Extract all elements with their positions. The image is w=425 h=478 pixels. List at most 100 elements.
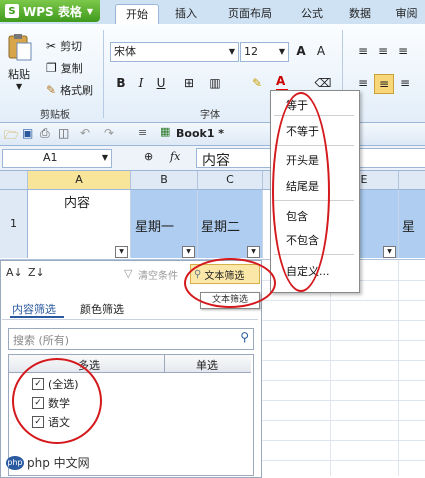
redo-icon[interactable]: ↷ <box>104 126 114 140</box>
filter-dropdown-icon[interactable]: ▼ <box>247 246 260 258</box>
open-folder-icon[interactable]: 🗁 <box>4 126 19 147</box>
font-size-select[interactable]: 12 ▼ <box>240 42 289 62</box>
bold-icon[interactable]: B <box>112 74 130 92</box>
grid-line <box>262 380 425 381</box>
grid-line <box>262 320 425 321</box>
chevron-down-icon: ▼ <box>101 153 108 162</box>
font-group-label: 字体 <box>200 110 220 121</box>
cell-b1[interactable]: 星期一 ▼ <box>131 190 198 258</box>
tab-insert[interactable]: 插入 <box>165 4 207 24</box>
clipboard-group-label: 剪贴板 <box>40 110 70 121</box>
chevron-down-icon[interactable]: ▼ <box>16 82 22 91</box>
save-icon[interactable]: ▣ <box>22 126 33 140</box>
column-header-a[interactable]: A <box>28 171 131 189</box>
underline-icon[interactable]: U <box>152 74 170 92</box>
filter-dropdown-icon[interactable]: ▼ <box>182 246 195 258</box>
app-title: WPS 表格 <box>23 4 82 19</box>
grid-line <box>262 300 425 301</box>
cell-c1[interactable]: 星期二 ▼ <box>198 190 263 258</box>
single-select-header[interactable]: 单选 <box>196 357 218 373</box>
row-header-1[interactable]: 1 <box>0 190 28 258</box>
funnel-icon: ▽ <box>124 267 133 280</box>
brush-icon: ✎ <box>46 83 57 97</box>
font-name-value: 宋体 <box>114 45 136 58</box>
copy-label: 复制 <box>60 62 83 75</box>
tab-divider <box>2 319 258 320</box>
borders-icon[interactable]: ⊞ <box>180 74 198 92</box>
tab-data[interactable]: 数据 <box>340 4 380 24</box>
chevron-down-icon: ▼ <box>86 6 94 16</box>
cell-c1-text: 星期二 <box>201 220 241 235</box>
font-size-value: 12 <box>244 45 258 58</box>
cell-ref: A1 <box>43 151 58 164</box>
format-painter-button[interactable]: ✎ 格式刷 <box>46 82 93 98</box>
annotation-oval <box>184 258 276 308</box>
cell-a1[interactable]: 内容 ▼ <box>28 190 131 258</box>
decrease-font-icon[interactable]: A <box>312 42 330 60</box>
highlight-icon[interactable]: ✎ <box>248 74 266 92</box>
zoom-icon[interactable]: ⊕ <box>144 150 153 163</box>
document-tab[interactable]: Book1 * <box>176 127 224 140</box>
filter-dropdown-icon[interactable]: ▼ <box>383 246 396 258</box>
filter-dropdown-icon[interactable]: ▼ <box>115 246 128 258</box>
sort-ascending-icon[interactable]: A↓ <box>6 266 23 279</box>
font-color-icon[interactable]: A <box>276 74 285 88</box>
undo-icon[interactable]: ↶ <box>80 126 90 140</box>
copy-button[interactable]: ❐ 复制 <box>46 60 83 76</box>
app-menu-button[interactable]: S WPS 表格 ▼ <box>0 0 100 22</box>
fx-icon[interactable]: fx <box>170 150 180 163</box>
fill-color-icon[interactable]: ▥ <box>206 74 224 92</box>
header-divider <box>164 355 165 372</box>
tab-start[interactable]: 开始 <box>115 4 159 25</box>
grid-line <box>262 400 425 401</box>
clear-filter-button[interactable]: 清空条件 <box>138 267 178 282</box>
search-icon[interactable]: ⚲ <box>240 330 249 344</box>
cell-b1-text: 星期一 <box>135 220 175 235</box>
annotation-oval <box>12 358 102 444</box>
grid-line <box>262 360 425 361</box>
cell-f1[interactable]: 星 <box>399 190 425 258</box>
increase-font-icon[interactable]: A <box>292 42 310 60</box>
format-painter-label: 格式刷 <box>60 84 94 97</box>
column-header-c[interactable]: C <box>198 171 263 189</box>
search-placeholder: 搜索 (所有) <box>13 334 70 347</box>
scissors-icon: ✂ <box>46 39 57 53</box>
align-middle-icon[interactable]: ≡ <box>374 42 392 60</box>
tab-review[interactable]: 审阅 <box>388 4 425 24</box>
sort-descending-icon[interactable]: Z↓ <box>28 266 45 279</box>
grid-line <box>262 420 425 421</box>
tab-page-layout[interactable]: 页面布局 <box>215 4 285 24</box>
paste-button[interactable]: 粘贴 <box>8 66 38 82</box>
formula-content: 内容 <box>202 153 230 169</box>
print-icon[interactable]: ⎙ <box>40 126 50 141</box>
chevron-down-icon: ▼ <box>278 47 285 56</box>
tab-content-filter[interactable]: 内容筛选 <box>12 301 56 317</box>
grid-line <box>262 460 425 461</box>
group-separator <box>103 30 104 118</box>
menu-icon[interactable]: ≡ <box>138 126 147 139</box>
column-header-b[interactable]: B <box>131 171 198 189</box>
watermark-text: php 中文网 <box>27 456 90 470</box>
cut-button[interactable]: ✂ 剪切 <box>46 38 82 54</box>
active-tab-underline <box>10 316 64 318</box>
align-bottom-icon[interactable]: ≡ <box>394 42 412 60</box>
copy-icon: ❐ <box>46 61 57 75</box>
font-name-select[interactable]: 宋体 ▼ <box>110 42 239 62</box>
chevron-down-icon: ▼ <box>228 47 235 56</box>
paste-icon[interactable] <box>6 32 34 62</box>
php-logo-icon: php <box>6 455 24 470</box>
align-top-icon[interactable]: ≡ <box>354 42 372 60</box>
align-right-icon[interactable]: ≡ <box>396 74 414 92</box>
cell-a1-text: 内容 <box>64 196 91 211</box>
align-center-icon[interactable]: ≡ <box>374 74 394 94</box>
cut-label: 剪切 <box>60 40 83 53</box>
name-box[interactable]: A1 ▼ <box>2 149 112 168</box>
watermark: php php 中文网 <box>6 454 90 471</box>
tab-color-filter[interactable]: 颜色筛选 <box>80 301 124 317</box>
tab-formulas[interactable]: 公式 <box>292 4 332 24</box>
print-preview-icon[interactable]: ◫ <box>58 126 69 140</box>
filter-search-input[interactable]: 搜索 (所有) ⚲ <box>8 328 254 350</box>
italic-icon[interactable]: I <box>132 74 150 92</box>
select-all-corner[interactable] <box>0 171 28 189</box>
wps-logo-icon: S <box>5 4 19 18</box>
